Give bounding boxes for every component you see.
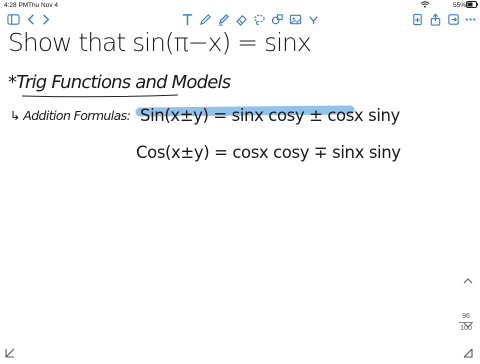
note-line-trig-heading: *Trig Functions and Models [8, 72, 231, 93]
forward-icon[interactable] [38, 12, 52, 26]
note-line-addition-label: ↳ Addition Formulas: [10, 108, 131, 123]
scroll-up-icon[interactable] [463, 272, 473, 284]
formula-sine-addition: Sin(x±y) = sinx cosy ± cosx siny [140, 106, 400, 125]
underline-stroke [21, 94, 179, 98]
battery-percent: 55% [453, 2, 467, 9]
export-icon[interactable] [446, 12, 460, 26]
status-time: 4:28 PM [4, 2, 29, 9]
highlighter-icon[interactable] [216, 12, 230, 26]
more-options-icon[interactable] [463, 12, 477, 26]
battery-icon [466, 1, 478, 10]
share-icon[interactable] [428, 12, 442, 26]
image-icon[interactable] [288, 12, 302, 26]
eraser-icon[interactable] [234, 12, 248, 26]
scroll-down-icon[interactable] [463, 316, 473, 328]
note-line-show-that: Show that sin(π−x) = sinx [8, 28, 312, 57]
sidebar-icon[interactable] [6, 12, 20, 26]
new-page-icon[interactable] [410, 12, 424, 26]
zoom-fit-icon[interactable] [462, 346, 474, 358]
toolbar [0, 10, 480, 28]
text-tool-icon[interactable] [180, 12, 194, 26]
back-icon[interactable] [24, 12, 38, 26]
lasso-icon[interactable] [252, 12, 266, 26]
status-date: Thu Nov 4 [28, 2, 58, 9]
formula-cosine-addition: Cos(x±y) = cosx cosy ∓ sinx siny [136, 143, 401, 162]
wifi-icon [420, 1, 430, 10]
more-icon[interactable] [306, 12, 320, 26]
shapes-icon[interactable] [270, 12, 284, 26]
pen-icon[interactable] [198, 12, 212, 26]
status-bar: 4:28 PM Thu Nov 4 55% [0, 0, 480, 10]
keyboard-icon[interactable] [4, 346, 16, 358]
note-canvas[interactable]: Show that sin(π−x) = sinx *Trig Function… [0, 28, 480, 360]
